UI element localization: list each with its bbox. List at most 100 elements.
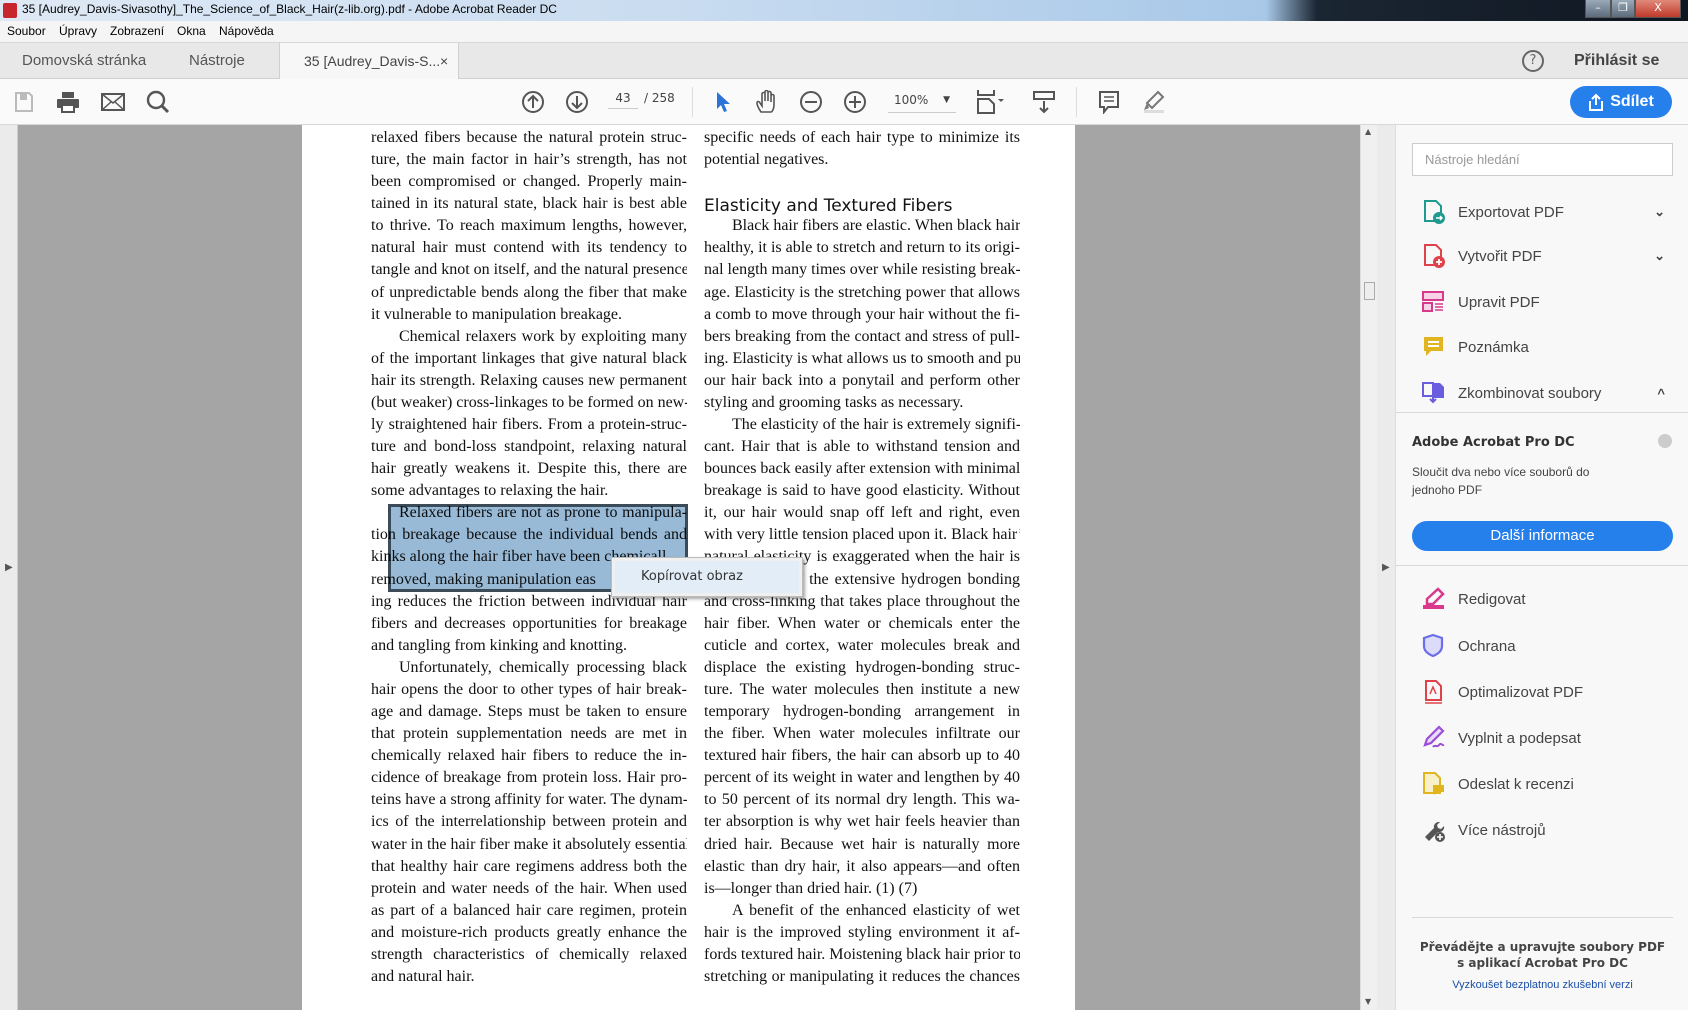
upsell-line: Převádějte a upravujte soubory PDF xyxy=(1419,940,1666,954)
tool-vyplnit-a-podepsat[interactable]: Vyplnit a podepsat xyxy=(1416,718,1671,758)
text-line: elastic than dry hair, it also appears—a… xyxy=(704,857,1020,875)
help-icon[interactable]: ? xyxy=(1522,50,1544,72)
tool-upravit-pdf[interactable]: Upravit PDF xyxy=(1416,282,1671,322)
tab-document[interactable]: 35 [Audrey_Davis-S... × xyxy=(279,43,459,80)
minimize-button[interactable]: – xyxy=(1585,0,1611,18)
right-pane-toggle[interactable]: ▶ xyxy=(1377,125,1395,1010)
text-line: Unfortunately, chemically processing bla… xyxy=(399,658,687,676)
tool-odeslat-k-recenzi[interactable]: Odeslat k recenzi xyxy=(1416,764,1671,804)
page-number-input[interactable]: 43 xyxy=(608,91,638,109)
text-line: protein and water needs of the hair. Whe… xyxy=(371,879,687,897)
tool-exportovat-pdf[interactable]: Exportovat PDF ⌄ xyxy=(1416,192,1671,232)
page-up-icon[interactable] xyxy=(518,87,548,117)
menu-okna[interactable]: Okna xyxy=(177,24,206,38)
tool-label: Více nástrojů xyxy=(1458,821,1546,839)
chevron-down-icon[interactable]: ⌄ xyxy=(1654,248,1665,264)
text-line: tangle and knot on itself, and the natur… xyxy=(371,261,687,279)
text-line: a comb to move through your hair without… xyxy=(704,305,1020,323)
text-line: tained in its natural state, black hair … xyxy=(371,195,687,213)
text-line: cidence of breakage from protein loss. H… xyxy=(371,769,687,787)
save-icon[interactable] xyxy=(9,87,39,117)
tool-label: Upravit PDF xyxy=(1458,293,1540,311)
tool-poznamka[interactable]: Poznámka xyxy=(1416,327,1671,367)
promo-settings-icon[interactable] xyxy=(1658,434,1672,448)
text-line: natural hair must contend with its tende… xyxy=(371,239,687,257)
zoom-out-icon[interactable] xyxy=(796,87,826,117)
text-line: as part of a balanced hair care regimen,… xyxy=(371,901,687,919)
text-line: with very little tension placed upon it.… xyxy=(704,526,1020,544)
optimize-pdf-icon xyxy=(1420,678,1448,706)
text-line: our hair back into a ponytail and perfor… xyxy=(704,371,1020,389)
email-icon[interactable] xyxy=(98,87,128,117)
comment-icon[interactable] xyxy=(1094,87,1124,117)
tab-close-icon[interactable]: × xyxy=(440,43,448,79)
tool-zkombinovat-soubory[interactable]: Zkombinovat soubory ^ xyxy=(1416,373,1671,413)
tool-redigovat[interactable]: Redigovat xyxy=(1416,579,1671,619)
select-cursor-icon[interactable] xyxy=(708,87,738,117)
more-info-button[interactable]: Další informace xyxy=(1412,521,1673,551)
share-icon xyxy=(1589,93,1604,111)
scroll-down-arrow[interactable]: ▼ xyxy=(1365,997,1371,1006)
text-line: fibers and decreases opportunities for b… xyxy=(371,614,687,632)
tool-vice-nastroju[interactable]: Více nástrojů xyxy=(1416,810,1671,850)
free-trial-link[interactable]: Vyzkoušet bezplatnou zkušební verzi xyxy=(1412,979,1673,991)
tools-pane: Nástroje hledání Exportovat PDF ⌄ Vytvořit… xyxy=(1395,125,1688,1010)
tab-tools[interactable]: Nástroje xyxy=(189,43,245,79)
divider xyxy=(1396,565,1688,566)
text-line: hair its strength. Relaxing causes new p… xyxy=(371,371,687,389)
tab-home[interactable]: Domovská stránka xyxy=(22,43,146,79)
menu-napoveda[interactable]: Nápověda xyxy=(219,24,274,38)
chevron-up-icon[interactable]: ^ xyxy=(1657,386,1665,401)
text-line: of unpredictable bends along the fiber t… xyxy=(371,283,687,301)
scroll-up-arrow[interactable]: ▲ xyxy=(1365,127,1371,136)
text-line: of the important linkages that give natu… xyxy=(371,349,687,367)
text-line: been compromised or changed. Properly ma… xyxy=(371,173,687,191)
menu-zobrazeni[interactable]: Zobrazení xyxy=(110,24,164,38)
chevron-down-icon[interactable]: ⌄ xyxy=(1654,204,1665,220)
text-line: nal length many times over while resisti… xyxy=(704,261,1020,279)
menu-soubor[interactable]: Soubor xyxy=(7,24,46,38)
text-line: ture. The water molecules then institute… xyxy=(704,680,1020,698)
zoom-in-icon[interactable] xyxy=(840,87,870,117)
text-line: stretching or manipulating it reduces th… xyxy=(704,967,1020,985)
zoom-level-value: 100% xyxy=(894,93,929,107)
collapse-right-icon: ▶ xyxy=(1382,562,1390,573)
sign-in-button[interactable]: Přihlásit se xyxy=(1574,43,1659,79)
zoom-level-dropdown[interactable]: 100% ▼ xyxy=(888,89,956,113)
scroll-mode-icon[interactable] xyxy=(1029,87,1059,117)
window-title: 35 [Audrey_Davis-Sivasothy]_The_Science_… xyxy=(22,2,557,16)
tab-bar: Domovská stránka Nástroje 35 [Audrey_Dav… xyxy=(0,43,1688,80)
print-icon[interactable] xyxy=(53,87,83,117)
highlight-pen-icon[interactable] xyxy=(1139,87,1169,117)
tool-vytvorit-pdf[interactable]: Vytvořit PDF ⌄ xyxy=(1416,236,1671,276)
text-line: to 50 percent of its normal dry length. … xyxy=(704,791,1020,809)
restore-button[interactable]: ❐ xyxy=(1611,0,1635,18)
copy-image-menu-item[interactable]: Kopírovat obraz xyxy=(615,561,799,593)
text-line: the fiber. When water molecules infiltra… xyxy=(704,725,1020,743)
search-icon[interactable] xyxy=(143,87,173,117)
tool-ochrana[interactable]: Ochrana xyxy=(1416,626,1671,666)
text-line: it, our hair would snap off left and rig… xyxy=(704,504,1020,522)
tools-search-input[interactable]: Nástroje hledání xyxy=(1412,143,1673,176)
edit-pdf-icon xyxy=(1420,288,1448,316)
page-down-icon[interactable] xyxy=(562,87,592,117)
share-button[interactable]: Sdílet xyxy=(1570,86,1672,118)
fit-page-icon[interactable] xyxy=(972,87,1012,117)
text-line: specific needs of each hair type to mini… xyxy=(704,129,1020,146)
shield-icon xyxy=(1420,632,1448,660)
text-line: dried hair. Because wet hair is naturall… xyxy=(704,835,1020,853)
text-line: age and damage. Steps must be taken to e… xyxy=(371,703,687,721)
left-pane-toggle[interactable]: ▶ xyxy=(0,125,18,1010)
hand-icon[interactable] xyxy=(752,87,782,117)
close-button[interactable]: X xyxy=(1635,0,1681,18)
tool-label: Zkombinovat soubory xyxy=(1458,384,1602,402)
tool-optimalizovat-pdf[interactable]: Optimalizovat PDF xyxy=(1416,672,1671,712)
acrobat-logo-icon xyxy=(3,3,17,18)
vertical-scrollbar[interactable]: ▲ ▼ xyxy=(1360,125,1377,1010)
context-menu: Kopírovat obraz xyxy=(611,557,803,597)
menu-upravy[interactable]: Úpravy xyxy=(59,24,97,38)
text-line: cant. Hair that is able to withstand ten… xyxy=(704,438,1020,456)
text-line: and natural hair. xyxy=(371,967,475,985)
text-line xyxy=(704,171,1020,193)
scrollbar-thumb[interactable] xyxy=(1364,282,1375,300)
